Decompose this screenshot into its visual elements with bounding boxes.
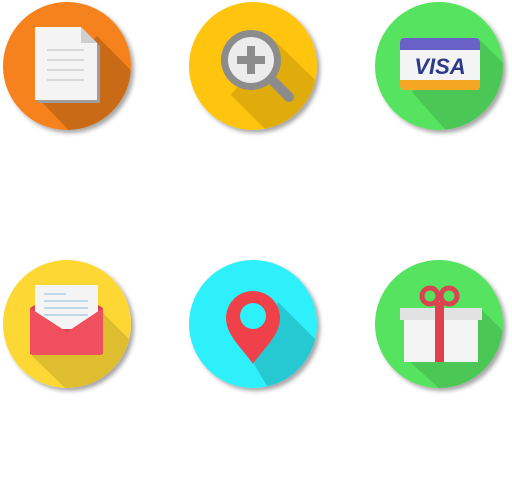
- credit-card-icon-graphic: VISA: [375, 2, 503, 130]
- zoom-in-icon: [186, 0, 326, 140]
- credit-card-icon: VISA: [372, 0, 512, 140]
- mail-icon-graphic: [3, 260, 131, 388]
- envelope: [30, 285, 103, 355]
- zoom-in-icon-graphic: [189, 2, 317, 130]
- visa-card: VISA: [400, 38, 480, 90]
- document-icon-graphic: [3, 2, 131, 130]
- gift-icon: [372, 258, 512, 398]
- mail-icon: [0, 258, 140, 398]
- card-brand-label: VISA: [414, 54, 465, 79]
- document-icon: [0, 0, 140, 140]
- location-pin-icon-graphic: [189, 260, 317, 388]
- document-page: [35, 27, 100, 103]
- gift-icon-graphic: [375, 260, 503, 388]
- location-pin-icon: [186, 258, 326, 398]
- gift-ribbon: [435, 302, 444, 362]
